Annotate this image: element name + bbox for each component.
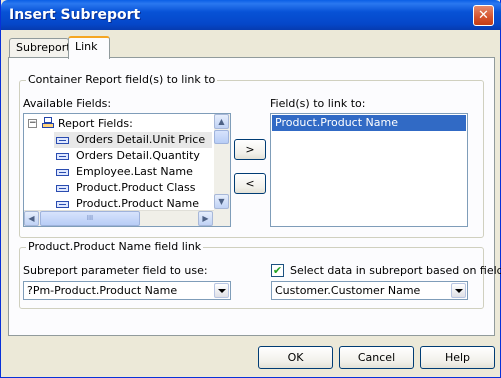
tree-root-report-fields[interactable]: − Report Fields: [28, 116, 208, 132]
select-data-checkbox[interactable]: ✔ [271, 264, 284, 277]
linked-fields-label: Field(s) to link to: [270, 97, 366, 110]
available-fields-tree[interactable]: − Report Fields: Orders Detail.Unit Pric… [23, 113, 231, 227]
subreport-field-select[interactable]: Customer.Customer Name [271, 281, 468, 300]
vertical-scrollbar[interactable]: ▲ ▼ [214, 114, 230, 210]
container-fields-group-label: Container Report field(s) to link to [26, 73, 218, 86]
cancel-button[interactable]: Cancel [339, 346, 414, 369]
scroll-right-icon[interactable]: ▶ [198, 211, 213, 226]
field-icon [56, 169, 69, 176]
param-field-label: Subreport parameter field to use: [23, 264, 208, 277]
container-fields-group: Container Report field(s) to link to Ava… [19, 73, 484, 238]
scroll-left-icon[interactable]: ◀ [24, 211, 39, 226]
field-label: Employee.Last Name [76, 165, 193, 178]
tab-subreport[interactable]: Subreport [9, 38, 71, 58]
field-icon [56, 185, 69, 192]
field-icon [56, 153, 69, 160]
scrollbar-corner [214, 210, 230, 226]
field-link-group-label: Product.Product Name field link [26, 240, 204, 253]
insert-subreport-dialog: Insert Subreport ✕ Subreport Link Contai… [0, 0, 501, 378]
tree-root-label: Report Fields: [58, 117, 133, 130]
tab-link[interactable]: Link [68, 36, 110, 59]
field-label: Product.Product Class [76, 181, 196, 194]
report-fields-icon [41, 117, 55, 130]
field-orders-detail-unit-price[interactable]: Orders Detail.Unit Price [54, 132, 212, 148]
available-fields-label: Available Fields: [23, 97, 112, 110]
param-field-value: ?Pm-Product.Product Name [27, 284, 178, 297]
field-icon [56, 201, 69, 208]
remove-link-button[interactable]: < [234, 173, 266, 194]
scroll-down-icon[interactable]: ▼ [214, 194, 229, 209]
horizontal-scrollbar[interactable]: ◀ III ▶ [24, 210, 214, 226]
field-label: Orders Detail.Unit Price [76, 133, 206, 146]
tree-collapse-toggle[interactable]: − [28, 119, 37, 128]
close-button[interactable]: ✕ [473, 5, 494, 26]
chevron-down-icon[interactable] [214, 283, 229, 298]
field-icon [56, 137, 69, 144]
link-tab-panel: Container Report field(s) to link to Ava… [8, 57, 501, 336]
field-orders-detail-quantity[interactable]: Orders Detail.Quantity [54, 148, 212, 164]
select-data-checkbox-label[interactable]: Select data in subreport based on field: [290, 264, 501, 277]
scroll-up-icon[interactable]: ▲ [214, 114, 229, 129]
chevron-down-icon[interactable] [451, 283, 466, 298]
window-title: Insert Subreport [9, 7, 141, 23]
ok-button[interactable]: OK [258, 346, 333, 369]
field-link-group: Product.Product Name field link Subrepor… [19, 240, 501, 309]
field-label: Orders Detail.Quantity [76, 149, 200, 162]
linked-field-item[interactable]: Product.Product Name [272, 115, 466, 131]
title-bar[interactable]: Insert Subreport ✕ [1, 0, 501, 30]
field-product-product-class[interactable]: Product.Product Class [54, 180, 212, 196]
field-employee-last-name[interactable]: Employee.Last Name [54, 164, 212, 180]
subreport-field-value: Customer.Customer Name [275, 284, 421, 297]
horizontal-scroll-thumb[interactable]: III [40, 211, 140, 226]
add-link-button[interactable]: > [234, 139, 266, 160]
linked-fields-list[interactable]: Product.Product Name [270, 113, 468, 227]
linked-field-label: Product.Product Name [275, 116, 398, 129]
param-field-select[interactable]: ?Pm-Product.Product Name [23, 281, 231, 300]
help-button[interactable]: Help [420, 346, 495, 369]
vertical-scroll-thumb[interactable] [214, 130, 229, 144]
